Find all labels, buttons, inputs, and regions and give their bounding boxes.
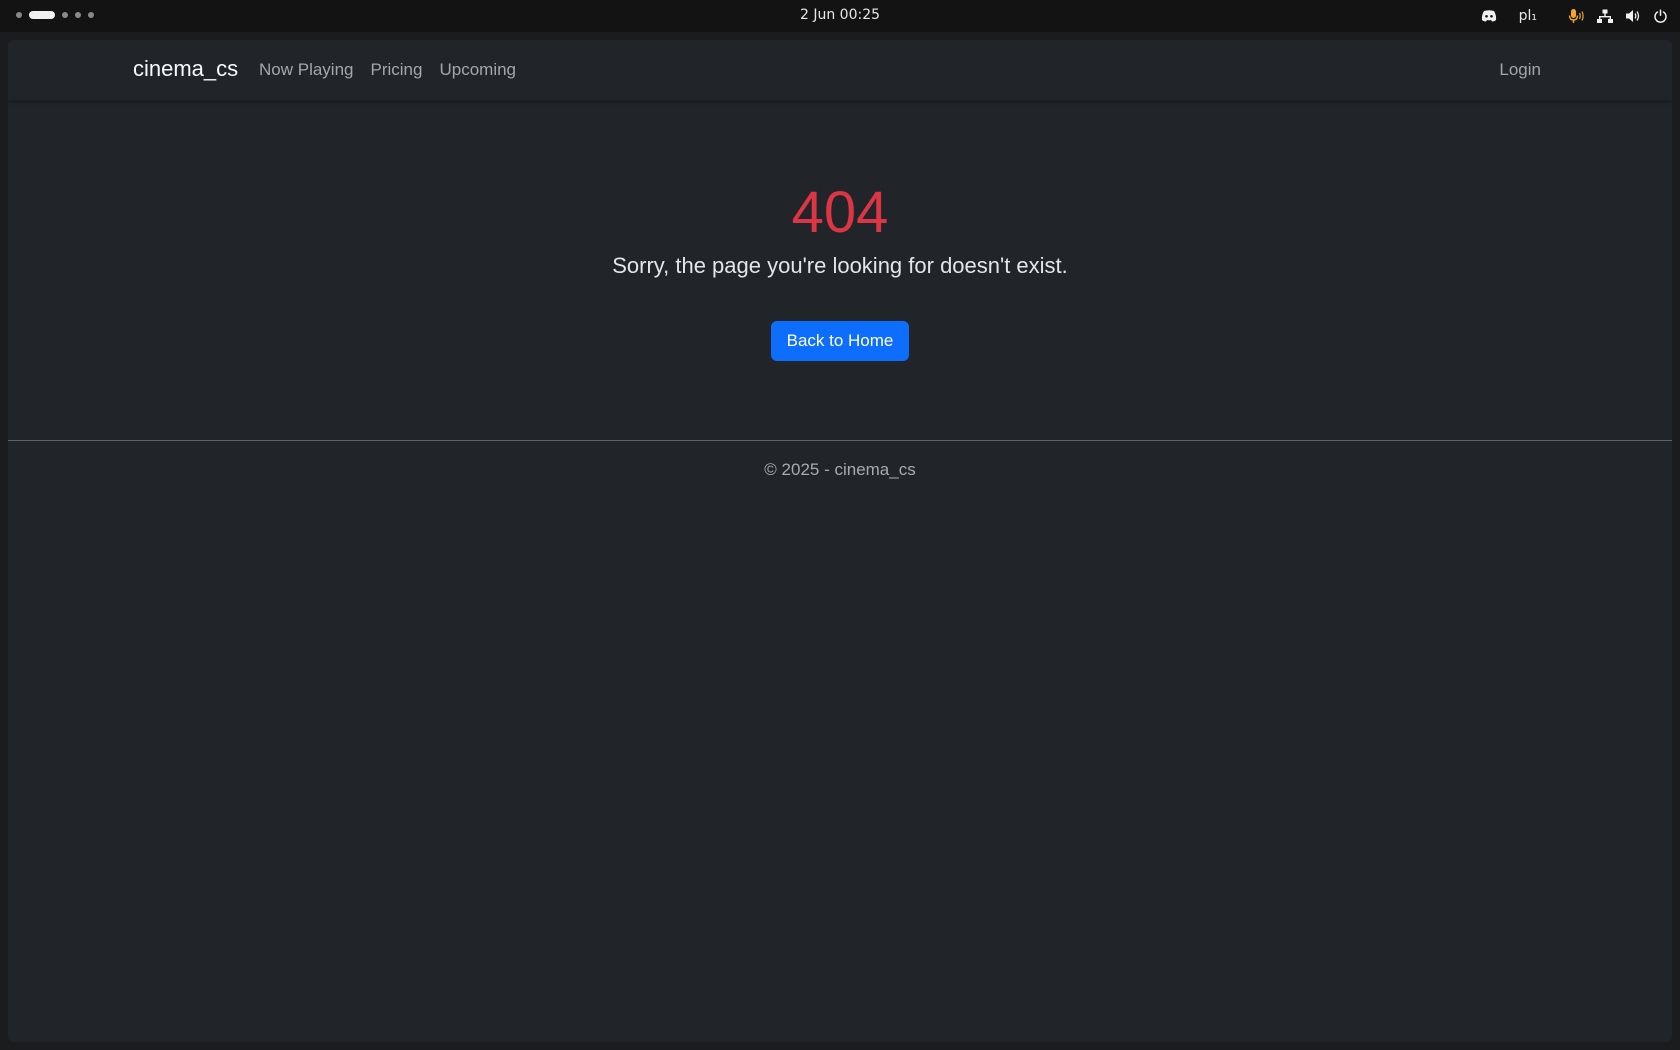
nav-link-upcoming[interactable]: Upcoming [439, 60, 516, 80]
power-icon[interactable] [1653, 5, 1668, 27]
os-top-bar: 2 Jun 00:25 pl₁ [0, 0, 1680, 32]
brand-link[interactable]: cinema_cs [133, 56, 238, 82]
error-message: Sorry, the page you're looking for doesn… [612, 253, 1068, 278]
network-icon[interactable] [1597, 5, 1613, 27]
volume-icon[interactable] [1625, 5, 1641, 27]
discord-icon[interactable] [1481, 5, 1497, 27]
workspace-indicator[interactable] [16, 11, 94, 19]
login-link[interactable]: Login [1499, 60, 1541, 80]
system-tray: pl₁ [1469, 5, 1668, 27]
clock[interactable]: 2 Jun 00:25 [800, 7, 880, 23]
nav-link-now-playing[interactable]: Now Playing [259, 60, 354, 80]
workspace-dot[interactable] [16, 12, 22, 18]
navbar: cinema_cs Now Playing Pricing Upcoming L… [8, 40, 1672, 101]
keyboard-layout-indicator[interactable]: pl₁ [1519, 5, 1537, 27]
nav-links: Now Playing Pricing Upcoming [259, 60, 516, 80]
workspace-dot[interactable] [75, 12, 81, 18]
workspace-dot[interactable] [62, 12, 68, 18]
nav-link-pricing[interactable]: Pricing [371, 60, 423, 80]
back-to-home-button[interactable]: Back to Home [771, 321, 909, 361]
workspace-active-pill[interactable] [29, 11, 55, 19]
microphone-icon[interactable] [1567, 5, 1585, 27]
error-code: 404 [791, 180, 889, 245]
footer-copyright: © 2025 - cinema_cs [764, 460, 916, 479]
page-viewport: cinema_cs Now Playing Pricing Upcoming L… [8, 40, 1672, 1042]
footer-divider [8, 440, 1672, 441]
workspace-dot[interactable] [88, 12, 94, 18]
